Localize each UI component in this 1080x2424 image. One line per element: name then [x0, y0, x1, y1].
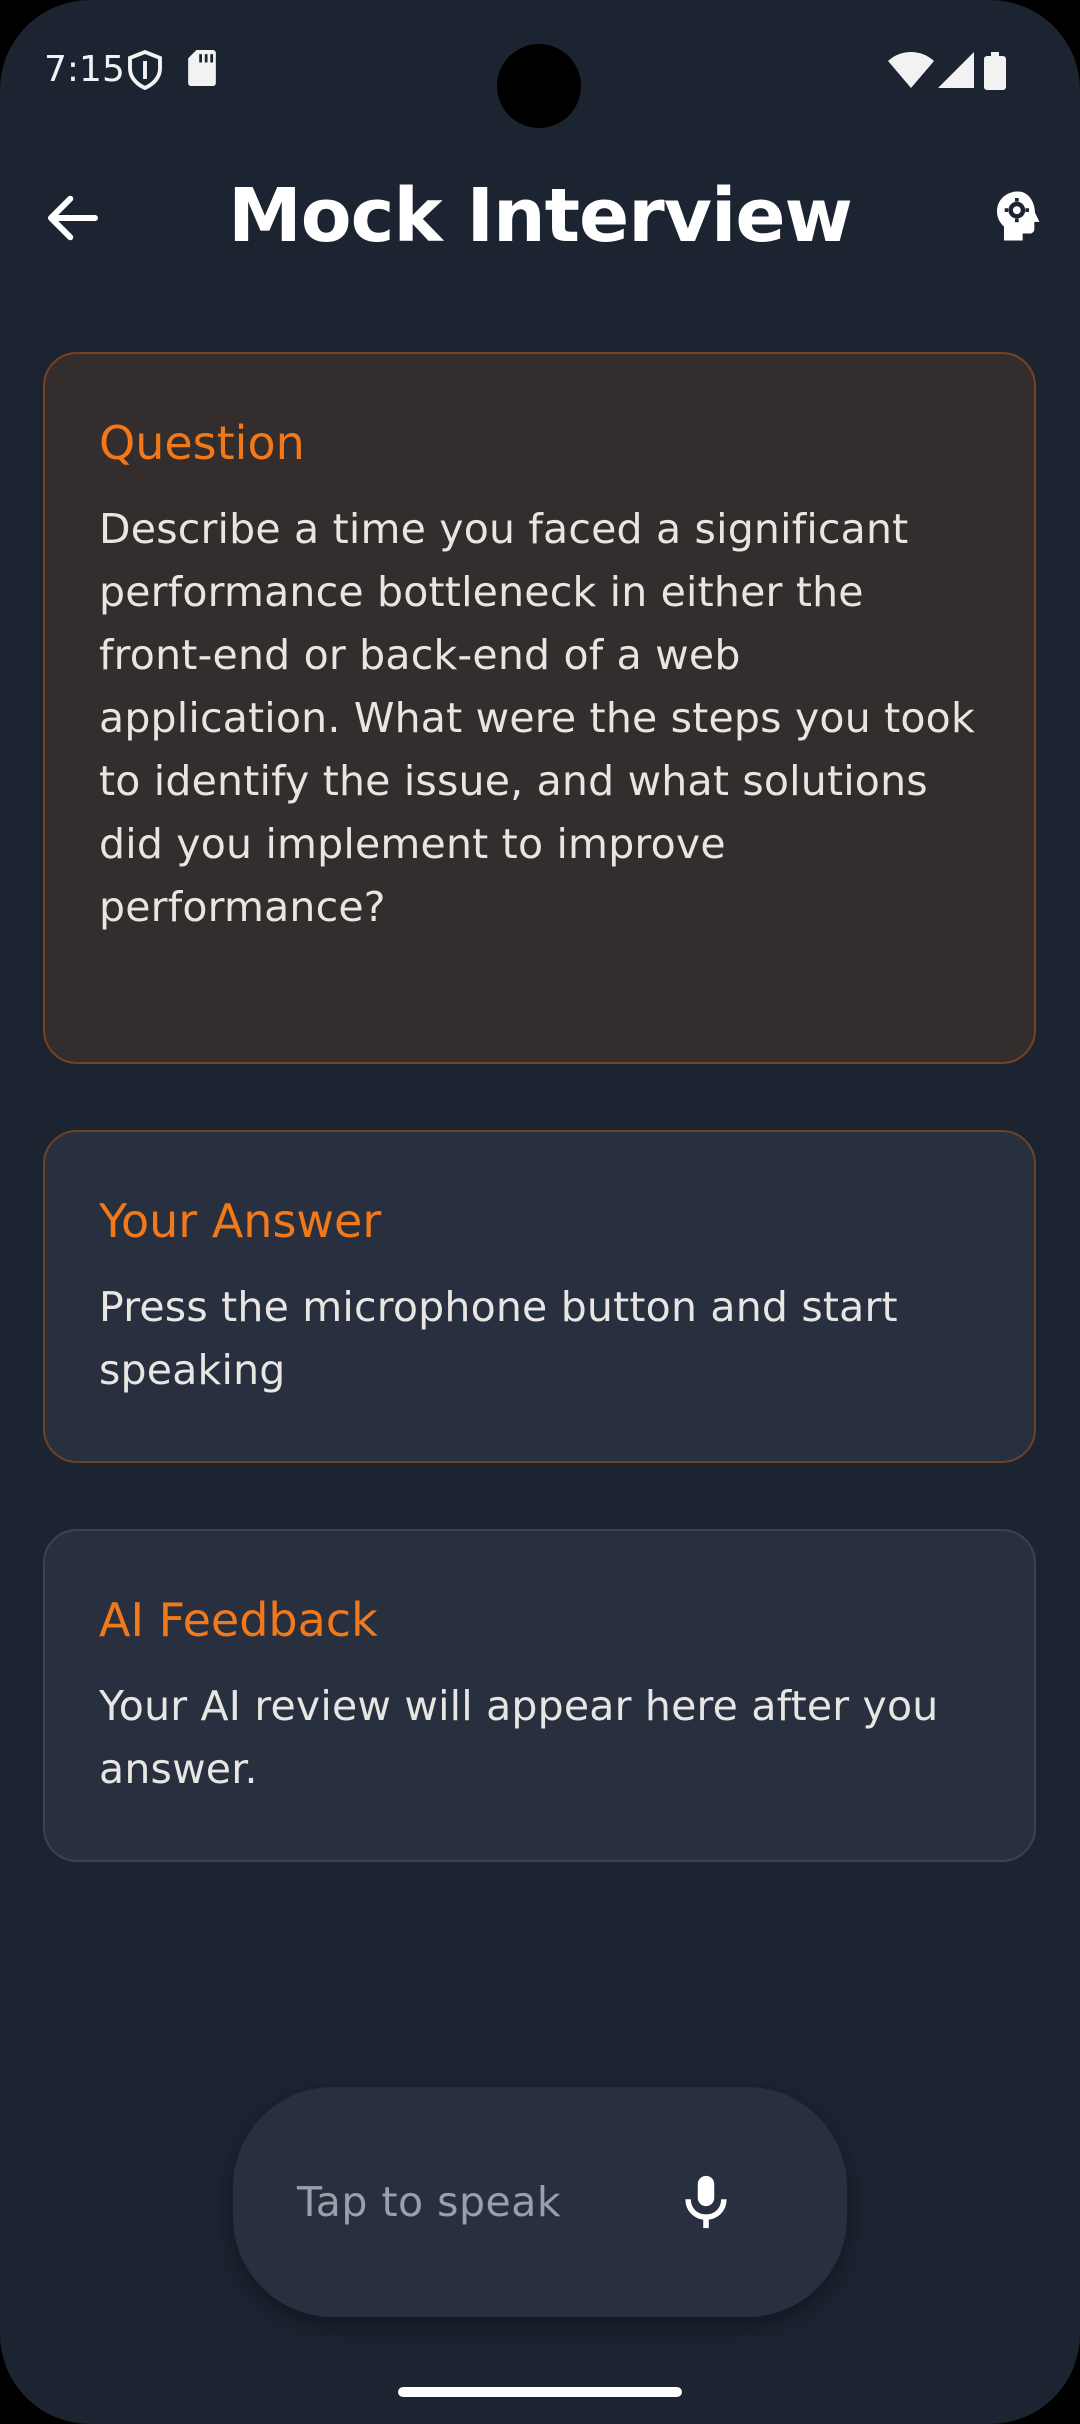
feedback-text: Your AI review will appear here after yo…	[99, 1682, 939, 1793]
gear-head-icon	[997, 191, 1040, 241]
app-bar: Mock Interview	[0, 160, 1080, 270]
question-text: Describe a time you faced a significant …	[99, 505, 975, 931]
page-title: Mock Interview	[228, 173, 853, 259]
speak-button-label: Tap to speak	[297, 2178, 562, 2226]
battery-icon	[984, 52, 1006, 94]
wifi-icon	[888, 52, 934, 92]
question-card-title: Question	[99, 416, 305, 470]
feedback-card-title: AI Feedback	[99, 1593, 378, 1647]
status-bar: 7:15	[0, 0, 1080, 140]
status-time: 7:15	[44, 49, 125, 90]
settings-button[interactable]	[990, 188, 1046, 244]
question-card: Question Describe a time you faced a sig…	[43, 352, 1036, 1064]
shield-icon	[127, 49, 163, 94]
answer-text: Press the microphone button and start sp…	[99, 1283, 898, 1394]
screen: 7:15 Mock Interview Question Describe a …	[0, 0, 1080, 2424]
home-indicator[interactable]	[398, 2387, 682, 2397]
sd-card-icon	[188, 50, 216, 90]
tap-to-speak-button[interactable]: Tap to speak	[233, 2087, 847, 2317]
microphone-icon	[673, 2169, 739, 2235]
answer-card: Your Answer Press the microphone button …	[43, 1130, 1036, 1463]
cell-signal-icon	[938, 52, 974, 92]
feedback-card: AI Feedback Your AI review will appear h…	[43, 1529, 1036, 1862]
camera-cutout	[497, 44, 581, 128]
answer-card-title: Your Answer	[99, 1194, 382, 1248]
